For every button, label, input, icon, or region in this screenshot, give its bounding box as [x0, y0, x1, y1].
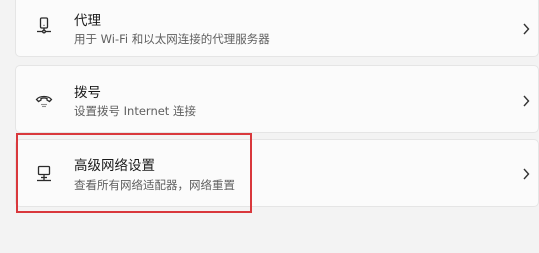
settings-item-dial-up[interactable]: 拨号 设置拨号 Internet 连接	[15, 65, 539, 133]
settings-item-description: 用于 Wi-Fi 和以太网连接的代理服务器	[74, 32, 270, 46]
settings-item-advanced-network[interactable]: 高级网络设置 查看所有网络适配器，网络重置	[15, 139, 539, 207]
settings-item-description: 查看所有网络适配器，网络重置	[74, 178, 235, 192]
proxy-icon	[35, 17, 53, 35]
dial-up-icon	[35, 92, 53, 110]
settings-item-title: 拨号	[74, 85, 101, 101]
network-adapter-icon	[35, 165, 53, 183]
settings-item-proxy[interactable]: 代理 用于 Wi-Fi 和以太网连接的代理服务器	[15, 0, 539, 57]
chevron-right-icon	[522, 168, 530, 180]
chevron-right-icon	[522, 95, 530, 107]
chevron-right-icon	[522, 23, 530, 35]
settings-item-title: 代理	[74, 13, 101, 29]
settings-item-title: 高级网络设置	[74, 158, 155, 174]
settings-item-description: 设置拨号 Internet 连接	[74, 104, 196, 118]
